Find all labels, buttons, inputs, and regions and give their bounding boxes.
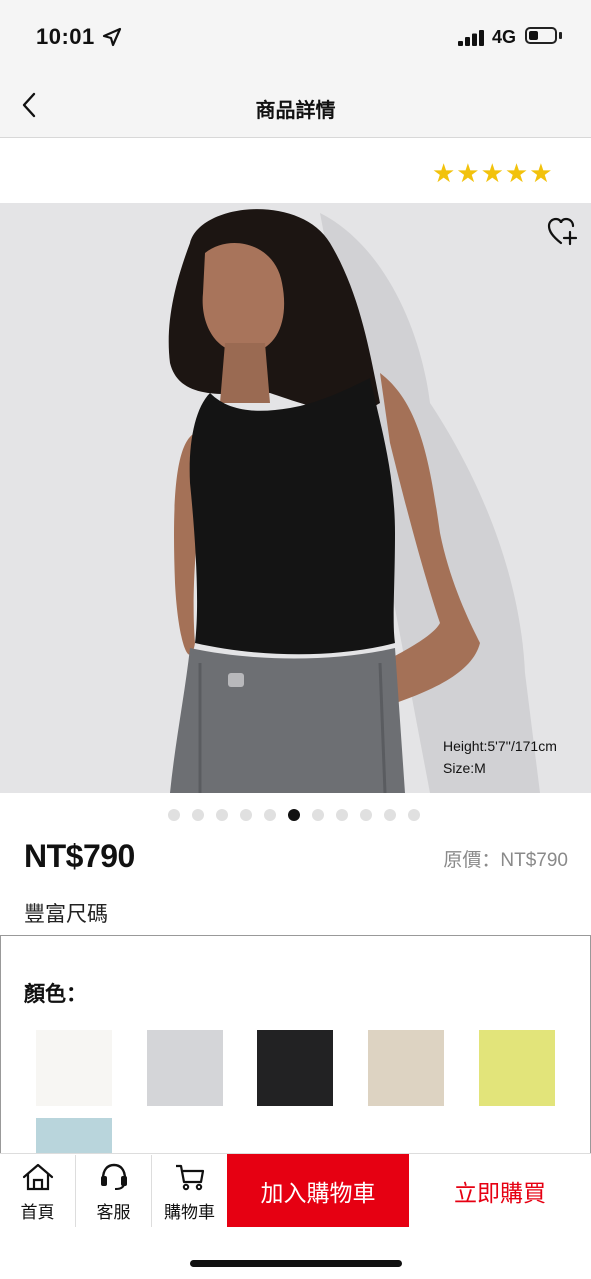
buy-now-button[interactable]: 立即購買	[409, 1154, 591, 1227]
nav-home[interactable]: 首頁	[0, 1155, 75, 1227]
carousel-dot[interactable]	[312, 809, 324, 821]
color-swatch-yellow[interactable]	[479, 1030, 555, 1106]
status-time: 10:01	[36, 24, 95, 49]
battery-tip	[559, 32, 562, 39]
size-range-note: 豐富尺碼	[24, 903, 108, 926]
nav-cart[interactable]: 購物車	[152, 1155, 227, 1227]
carousel-dot[interactable]	[264, 809, 276, 821]
color-swatch-light-gray[interactable]	[147, 1030, 223, 1106]
color-swatch-white[interactable]	[36, 1030, 112, 1106]
product-image[interactable]	[0, 203, 591, 793]
carousel-dot[interactable]	[360, 809, 372, 821]
color-swatch-light-blue[interactable]	[36, 1118, 112, 1154]
color-label: 顏色：	[24, 983, 87, 1006]
product-price: NT$790	[24, 838, 135, 874]
carousel-dot[interactable]	[192, 809, 204, 821]
cellular-signal-icon	[458, 30, 484, 46]
battery-icon	[525, 27, 557, 44]
color-swatch-beige[interactable]	[368, 1030, 444, 1106]
shopping-cart-icon	[175, 1164, 204, 1191]
carousel-dot[interactable]	[384, 809, 396, 821]
carousel-dot[interactable]	[336, 809, 348, 821]
nav-cart-label: 購物車	[164, 1203, 215, 1222]
headset-icon	[100, 1163, 127, 1190]
add-to-cart-button[interactable]: 加入購物車	[227, 1154, 409, 1227]
model-height: Height:5'7''/171cm	[443, 738, 557, 754]
original-price: 原價：NT$790	[443, 850, 568, 871]
carousel-dot[interactable]	[408, 809, 420, 821]
carousel-dots[interactable]	[168, 809, 420, 821]
nav-service[interactable]: 客服	[76, 1155, 151, 1227]
carousel-dot[interactable]	[168, 809, 180, 821]
network-type: 4G	[492, 27, 517, 47]
home-indicator	[190, 1260, 402, 1267]
model-size: Size:M	[443, 760, 486, 776]
color-swatch-black[interactable]	[257, 1030, 333, 1106]
nav-service-label: 客服	[96, 1203, 131, 1222]
carousel-dot[interactable]	[240, 809, 252, 821]
page-title: 商品詳情	[255, 100, 336, 122]
home-icon	[22, 1163, 53, 1191]
carousel-dot[interactable]	[216, 809, 228, 821]
add-favorite-heart-icon[interactable]	[546, 216, 580, 248]
nav-home-label: 首頁	[20, 1203, 55, 1222]
model-illustration	[0, 203, 591, 793]
rating-stars: ★★★★★	[432, 158, 554, 188]
carousel-dot[interactable]	[288, 809, 300, 821]
location-arrow-icon	[102, 27, 122, 47]
